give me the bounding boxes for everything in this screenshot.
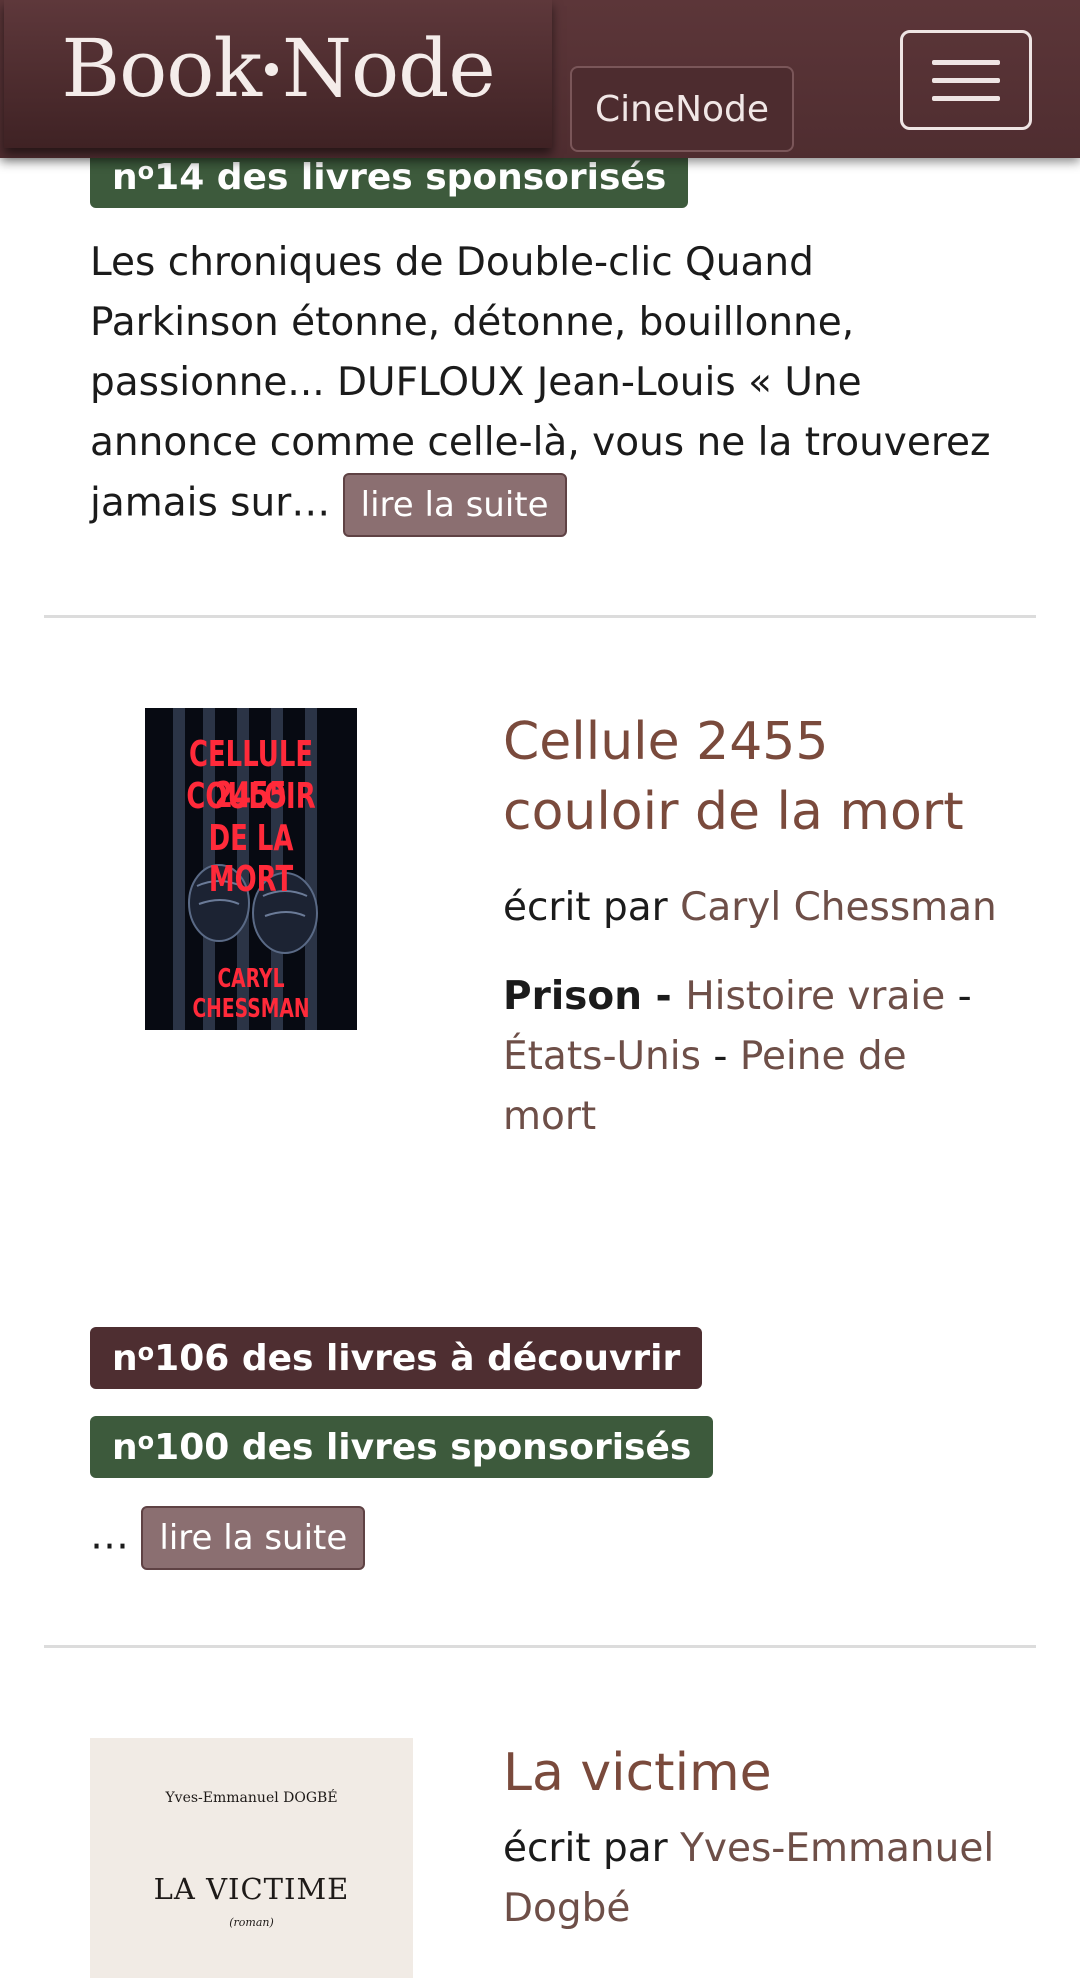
brand-part-book: Book bbox=[61, 22, 262, 115]
badge-sup: o bbox=[137, 1338, 155, 1366]
discover-rank-badge: n o 106 des livres à découvrir bbox=[90, 1327, 703, 1389]
badge-prefix: n bbox=[112, 1337, 138, 1379]
booknode-logo[interactable]: Book Node bbox=[4, 0, 552, 148]
brand-wordmark: Book Node bbox=[61, 22, 496, 115]
menu-bar bbox=[932, 59, 1000, 65]
badge-prefix: n bbox=[112, 156, 138, 198]
book-author: écrit par Caryl Chessman bbox=[503, 878, 1043, 938]
book-description: … lire la suite bbox=[90, 1506, 1000, 1570]
badge-text: 106 des livres à découvrir bbox=[154, 1337, 681, 1379]
cinenode-button[interactable]: CineNode bbox=[570, 66, 794, 152]
cover-author-line: CARYL CHESSMAN bbox=[192, 964, 310, 1024]
menu-bar bbox=[932, 95, 1000, 101]
badge-prefix: n bbox=[112, 1426, 138, 1468]
brand-dot bbox=[264, 62, 278, 76]
entry-divider bbox=[44, 1645, 1036, 1648]
cover-subtitle: (roman) bbox=[229, 1916, 274, 1929]
book-description: Les chroniques de Double-clic Quand Park… bbox=[90, 233, 1000, 537]
badge-sup: o bbox=[137, 157, 155, 185]
book-title-link[interactable]: La victime bbox=[503, 1738, 1043, 1808]
description-text: … bbox=[90, 1513, 129, 1559]
badge-text: 14 des livres sponsorisés bbox=[154, 156, 667, 198]
theme-tag[interactable]: Histoire vraie bbox=[685, 974, 945, 1019]
tag-separator: - bbox=[641, 974, 686, 1019]
author-link[interactable]: Caryl Chessman bbox=[680, 885, 997, 930]
author-prefix: écrit par bbox=[503, 1826, 668, 1871]
book-title-link[interactable]: Cellule 2455 couloir de la mort bbox=[503, 707, 1043, 847]
cover-author-line: Yves-Emmanuel DOGBÉ bbox=[165, 1790, 338, 1806]
read-more-button[interactable]: lire la suite bbox=[342, 473, 567, 537]
author-prefix: écrit par bbox=[503, 885, 668, 930]
tag-separator: - bbox=[945, 974, 972, 1019]
sponsored-rank-badge: n o 100 des livres sponsorisés bbox=[90, 1416, 714, 1478]
tag-separator: - bbox=[700, 1034, 740, 1079]
theme-tag[interactable]: États-Unis bbox=[503, 1034, 701, 1079]
title-line: Cellule 2455 bbox=[503, 712, 829, 772]
brand-part-node: Node bbox=[281, 22, 496, 115]
hamburger-menu-icon[interactable] bbox=[900, 30, 1032, 130]
read-more-button[interactable]: lire la suite bbox=[141, 1506, 366, 1570]
book-cover-cellule-2455[interactable]: CELLULE 2455 COULOIR DE LA MORT CARYL CH… bbox=[145, 708, 357, 1030]
book-cover-la-victime[interactable]: Yves-Emmanuel DOGBÉ LA VICTIME (roman) bbox=[90, 1738, 413, 1978]
cover-title-line: LA VICTIME bbox=[153, 1872, 350, 1906]
menu-bar bbox=[932, 77, 1000, 83]
title-line: couloir de la mort bbox=[503, 782, 964, 842]
genre-tag[interactable]: Prison bbox=[503, 974, 642, 1019]
cover-title-line: COULOIR bbox=[186, 776, 316, 817]
entry-divider bbox=[44, 615, 1036, 618]
book-author: écrit par Yves-Emmanuel Dogbé bbox=[503, 1819, 1043, 1939]
cover-title-line: DE LA MORT bbox=[208, 818, 294, 900]
badge-text: 100 des livres sponsorisés bbox=[154, 1426, 692, 1468]
book-tags: Prison - Histoire vraie - États-Unis - P… bbox=[503, 967, 983, 1147]
top-navbar: Book Node CineNode bbox=[0, 0, 1080, 158]
badge-sup: o bbox=[137, 1427, 155, 1455]
